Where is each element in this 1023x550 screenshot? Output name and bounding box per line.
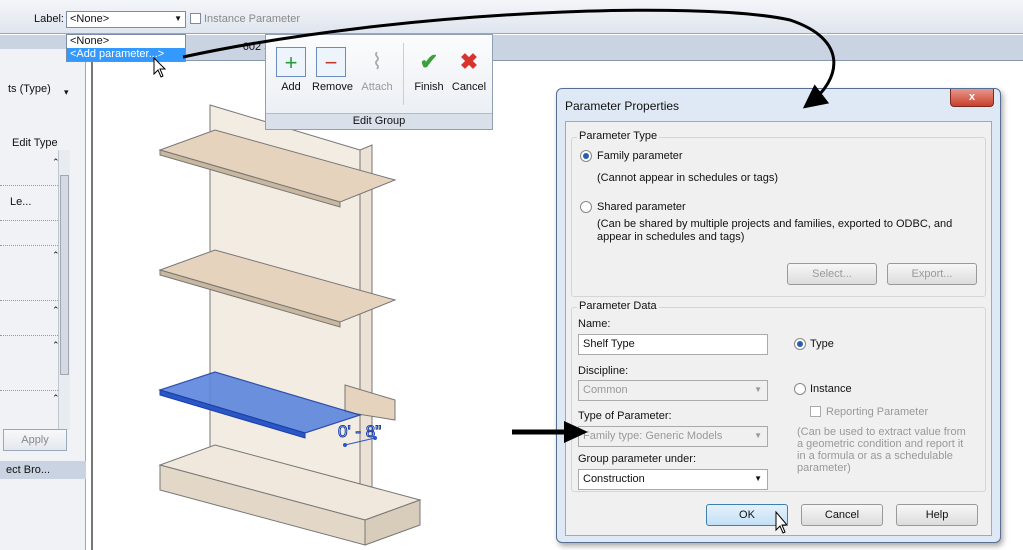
type-radio-label: Type [810,338,834,350]
shared-parameter-radio[interactable] [580,201,592,213]
family-parameter-radio[interactable] [580,150,592,162]
type-radio[interactable] [794,338,806,350]
attach-button[interactable]: ⌇ Attach [358,43,396,105]
dropdown-option-none[interactable]: <None> [67,35,185,48]
attach-label: Attach [361,81,393,93]
chevron-down-icon: ▼ [754,431,762,440]
parameter-data-group: Parameter Data Name: Shelf Type Type Dis… [571,300,986,492]
help-button[interactable]: Help [896,504,978,526]
dropdown-option-add-parameter[interactable]: <Add parameter...> [67,48,185,61]
type-of-parameter-value: Family type: Generic Models [583,430,723,442]
remove-group-icon: − [316,47,346,77]
close-icon: ✖ [459,49,479,74]
discipline-label: Discipline: [578,365,629,377]
dimension-grip[interactable] [343,443,347,447]
export-button[interactable]: Export... [887,263,977,285]
checkmark-icon: ✔ [419,49,439,74]
name-field[interactable]: Shelf Type [578,334,768,355]
remove-button[interactable]: − Remove [312,43,353,105]
remove-label: Remove [312,81,353,93]
reporting-parameter-label: Reporting Parameter [826,406,929,418]
cancel-dialog-button[interactable]: Cancel [801,504,883,526]
instance-radio[interactable] [794,383,806,395]
shared-parameter-label: Shared parameter [597,201,686,213]
parameter-data-heading: Parameter Data [577,300,659,312]
select-button[interactable]: Select... [787,263,877,285]
add-label: Add [281,81,301,93]
dimension-label[interactable]: 0' - 8" [338,422,382,442]
reporting-parameter-note: (Can be used to extract value from a geo… [797,426,966,474]
parameter-properties-dialog: Parameter Properties x Parameter Type Fa… [556,88,1001,543]
dialog-title: Parameter Properties [565,99,680,113]
upright [359,144,373,506]
chevron-down-icon: ▼ [754,385,762,394]
reporting-parameter-checkbox[interactable] [810,406,821,417]
discipline-select[interactable]: Common ▼ [578,380,768,401]
dialog-body: Parameter Type Family parameter (Cannot … [565,121,992,536]
shared-parameter-note: (Can be shared by multiple projects and … [597,218,953,243]
close-button[interactable]: x [950,89,994,107]
cancel-label: Cancel [451,81,487,93]
type-of-parameter-select[interactable]: Family type: Generic Models ▼ [578,426,768,447]
type-of-parameter-label: Type of Parameter: [578,410,672,422]
discipline-value: Common [583,384,628,396]
edit-group-panel: + Add − Remove ⌇ Attach ✔ Finish ✖ Cance… [265,34,493,130]
finish-label: Finish [414,81,444,93]
family-parameter-note: (Cannot appear in schedules or tags) [597,172,778,184]
cancel-button[interactable]: ✖ Cancel [450,43,488,105]
family-parameter-label: Family parameter [597,150,683,162]
group-parameter-label: Group parameter under: [578,453,697,465]
add-group-icon: + [276,47,306,77]
instance-radio-label: Instance [810,383,852,395]
add-button[interactable]: + Add [272,43,310,105]
edit-group-label: Edit Group [266,113,492,129]
group-parameter-value: Construction [583,473,645,485]
parameter-type-group: Parameter Type Family parameter (Cannot … [571,130,986,297]
ok-button[interactable]: OK [706,504,788,526]
chevron-down-icon: ▼ [754,474,762,483]
finish-button[interactable]: ✔ Finish [410,43,448,105]
parameter-type-heading: Parameter Type [577,130,660,142]
name-label: Name: [578,318,611,330]
divider [403,43,404,105]
paperclip-icon: ⌇ [371,49,383,74]
group-parameter-select[interactable]: Construction ▼ [578,469,768,490]
label-dropdown-list[interactable]: <None> <Add parameter...> [66,34,186,62]
